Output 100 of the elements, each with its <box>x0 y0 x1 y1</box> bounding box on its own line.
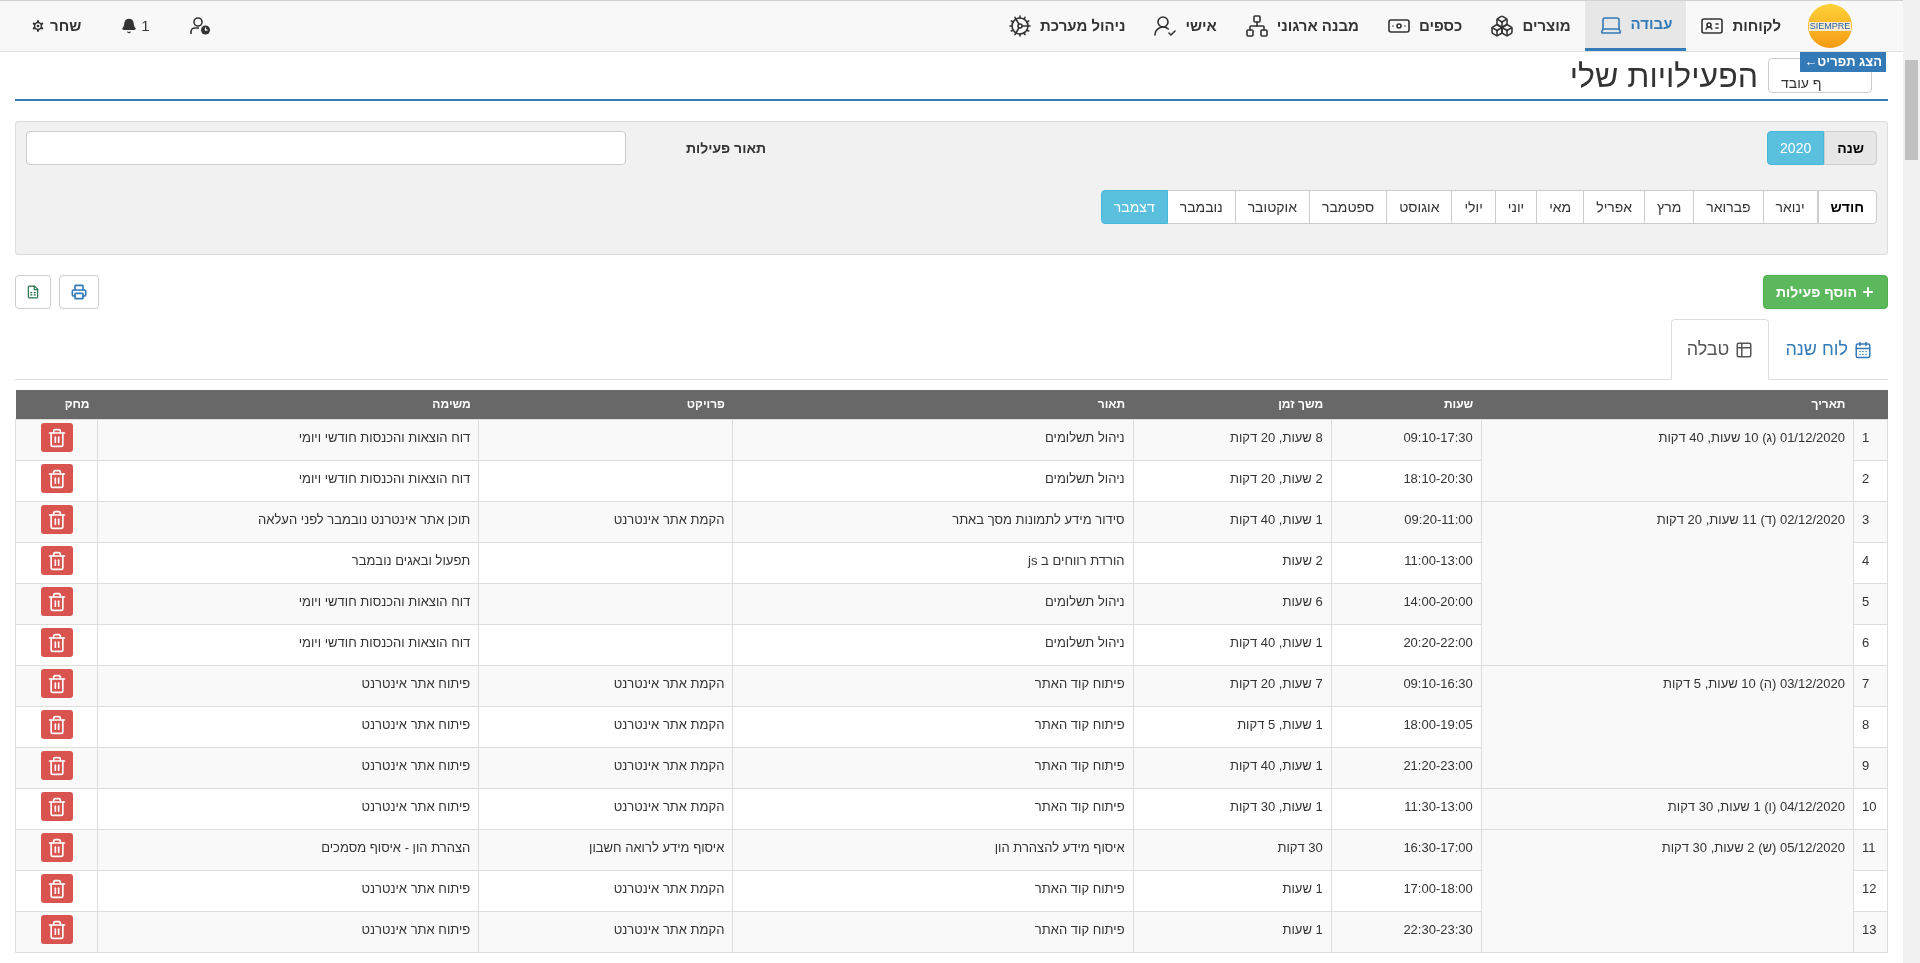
month-button[interactable]: יולי <box>1451 190 1496 224</box>
scrollbar-thumb[interactable] <box>1905 60 1918 160</box>
task-cell: פיתוח אתר אינטרנט <box>361 675 471 691</box>
trash-icon <box>46 713 67 736</box>
delete-button[interactable] <box>40 710 73 740</box>
duration-cell: 2 שעות, 20 דקות <box>1229 470 1323 486</box>
row-number: 7 <box>1862 675 1870 691</box>
duration-cell: 1 שעות, 40 דקות <box>1229 511 1323 527</box>
description-label: תאור פעילות <box>684 138 766 158</box>
row-number: 8 <box>1862 716 1870 732</box>
delete-button[interactable] <box>40 915 73 945</box>
nav-item[interactable]: לקוחות <box>1686 1 1795 51</box>
project-cell: הקמת אתר אינטרנט <box>613 921 725 937</box>
row-number: 6 <box>1862 634 1870 650</box>
duration-cell: 1 שעות, 5 דקות <box>1237 716 1323 732</box>
column-header: משך זמן <box>1133 390 1332 419</box>
month-button[interactable]: ינואר <box>1762 190 1818 224</box>
delete-button[interactable] <box>40 792 73 822</box>
hours-cell: 11:30-13:00 <box>1404 798 1473 814</box>
delete-button[interactable] <box>40 546 73 576</box>
hours-cell: 16:30-17:00 <box>1403 839 1473 855</box>
task-cell: דוח הוצאות והכנסות חודשי ויומי <box>298 470 471 486</box>
hours-cell: 09:20-11:00 <box>1404 511 1473 527</box>
column-header: תאור <box>732 390 1134 419</box>
delete-button[interactable] <box>40 505 73 535</box>
project-cell: הקמת אתר אינטרנט <box>613 757 725 773</box>
excel-export-button[interactable] <box>15 275 51 309</box>
trash-icon <box>46 754 67 777</box>
delete-button[interactable] <box>40 669 73 699</box>
delete-button[interactable] <box>40 628 73 658</box>
nav-item[interactable]: כספים <box>1372 1 1477 51</box>
description-field[interactable] <box>26 131 626 165</box>
delete-button[interactable] <box>40 751 73 781</box>
table-icon <box>1735 340 1754 359</box>
month-button[interactable]: מאי <box>1536 190 1585 224</box>
duration-cell: 1 שעות, 30 דקות <box>1229 798 1323 814</box>
project-cell: הקמת אתר אינטרנט <box>613 675 725 691</box>
column-header: פרויקט <box>478 390 733 419</box>
user-menu[interactable]: שחר <box>30 14 82 38</box>
date-cell: 03/12/2020 (ה) 10 שעות, 5 דקות <box>1662 675 1845 691</box>
task-cell: פיתוח אתר אינטרנט <box>361 880 471 896</box>
view-tab[interactable]: טבלה <box>1670 319 1770 380</box>
task-cell: דוח הוצאות והכנסות חודשי ויומי <box>298 429 471 445</box>
hours-cell: 17:00-18:00 <box>1403 880 1473 896</box>
month-button[interactable]: ספטמבר <box>1308 190 1388 224</box>
duration-cell: 6 שעות <box>1282 593 1323 609</box>
print-button[interactable] <box>59 275 99 309</box>
project-cell: הקמת אתר אינטרנט <box>613 880 725 896</box>
month-button[interactable]: נובמבר <box>1166 190 1236 224</box>
column-header: תאריך <box>1481 390 1854 419</box>
nav-item[interactable]: מוצרים <box>1476 1 1585 51</box>
task-cell: תפעול ובאגים נובמבר <box>351 552 471 568</box>
nav-item[interactable]: אישי <box>1139 1 1231 51</box>
user-clock-icon[interactable] <box>189 16 212 36</box>
printer-icon <box>71 284 87 300</box>
month-button[interactable]: פברואר <box>1693 190 1764 224</box>
bell-icon <box>121 18 138 34</box>
date-cell: 01/12/2020 (ג) 10 שעות, 40 דקות <box>1658 429 1845 445</box>
trash-icon <box>46 426 67 449</box>
hours-cell: 18:10-20:30 <box>1403 470 1473 486</box>
month-button[interactable]: אוגוסט <box>1386 190 1453 224</box>
month-label: חודש <box>1817 190 1877 224</box>
task-cell: הצהרת הון - איסוף מסמכים <box>321 839 471 855</box>
description-cell: הורדת רווחים ב js <box>1028 552 1125 568</box>
delete-button[interactable] <box>40 833 73 863</box>
date-cell: 04/12/2020 (ו) 1 שעות, 30 דקות <box>1667 798 1845 814</box>
spreadsheet-icon <box>26 284 40 300</box>
org-chart-icon <box>1244 14 1269 38</box>
description-cell: פיתוח קוד האתר <box>1034 675 1125 691</box>
delete-button[interactable] <box>40 587 73 617</box>
boxes-icon <box>1490 14 1515 38</box>
hours-cell: 20:20-22:00 <box>1403 634 1473 650</box>
description-cell: סידור מידע לתמונות מסך באתר <box>952 511 1125 527</box>
view-tab[interactable]: לוח שנה <box>1769 319 1888 380</box>
menu-tooltip[interactable]: הצג תפריט← <box>1800 52 1886 72</box>
delete-button[interactable] <box>40 423 73 453</box>
delete-button[interactable] <box>40 874 73 904</box>
task-cell: דוח הוצאות והכנסות חודשי ויומי <box>298 593 471 609</box>
task-cell: פיתוח אתר אינטרנט <box>361 921 471 937</box>
year-label: שנה <box>1824 131 1877 165</box>
duration-cell: 1 שעות <box>1282 921 1323 937</box>
scrollbar[interactable] <box>1903 0 1920 963</box>
project-cell: הקמת אתר אינטרנט <box>613 798 725 814</box>
nav-item[interactable]: עבודה <box>1584 1 1687 51</box>
description-cell: ניהול תשלומים <box>1045 634 1125 650</box>
user-icon <box>1153 14 1178 38</box>
nav-item[interactable]: מבנה ארגוני <box>1230 1 1373 51</box>
row-number: 9 <box>1862 757 1870 773</box>
month-button[interactable]: אוקטובר <box>1234 190 1310 224</box>
notifications[interactable]: 1 <box>121 14 150 38</box>
page-title: הפעילויות שלי <box>1569 59 1758 92</box>
month-button[interactable]: אפריל <box>1583 190 1646 224</box>
column-header: שעות <box>1331 390 1482 419</box>
task-cell: פיתוח אתר אינטרנט <box>361 716 471 732</box>
nav-item[interactable]: ניהול מערכת <box>994 1 1140 51</box>
description-cell: ניהול תשלומים <box>1045 470 1125 486</box>
month-button[interactable]: מרץ <box>1644 190 1695 224</box>
delete-button[interactable] <box>40 464 73 494</box>
trash-icon <box>46 918 67 941</box>
month-button[interactable]: יוני <box>1494 190 1538 224</box>
